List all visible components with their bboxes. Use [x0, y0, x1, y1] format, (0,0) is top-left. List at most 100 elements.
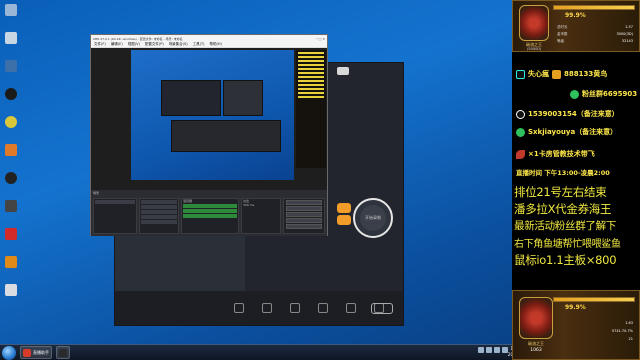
recorder-logo-icon	[337, 67, 349, 75]
obs-titlebar: OBS 27.0.1 (64-bit, windows) - 配置文件: 未命名…	[91, 35, 327, 42]
stat-label: 等级	[557, 39, 564, 43]
source-item[interactable]	[141, 220, 177, 224]
tray-icon[interactable]	[478, 347, 484, 353]
source-item[interactable]	[141, 215, 177, 219]
volume-meter[interactable]	[183, 214, 237, 218]
desktop-icon-computer[interactable]	[2, 4, 20, 30]
obs-preview[interactable]	[91, 48, 327, 190]
stat-value: 21	[628, 337, 633, 341]
record-button[interactable]: 开始录制	[353, 198, 393, 238]
virtual-camera-button[interactable]	[286, 212, 322, 217]
volume-meter[interactable]	[183, 204, 237, 208]
overlay-line: 粉丝群6695903	[570, 88, 638, 100]
tool-icon[interactable]	[234, 303, 244, 313]
overlay-line: 1539003154（备注来意）	[516, 108, 638, 120]
desktop-icon-recycle-bin[interactable]	[2, 32, 20, 58]
desktop-icon-folder[interactable]	[2, 284, 20, 310]
tool-icon[interactable]	[290, 303, 300, 313]
volume-meter[interactable]	[183, 209, 237, 213]
desktop-icon-qq[interactable]	[2, 172, 20, 198]
rank-id: (50000)	[527, 47, 541, 51]
source-item[interactable]	[141, 210, 177, 214]
tray-icon[interactable]	[486, 347, 492, 353]
start-button[interactable]	[2, 345, 16, 360]
stat-value: 32143	[621, 39, 633, 43]
desktop-icon-app[interactable]	[2, 88, 20, 114]
nested-overlay	[296, 50, 326, 168]
sources-dock	[139, 198, 179, 234]
nested-window	[161, 80, 221, 116]
scenes-dock	[93, 198, 137, 234]
overlay-line: 失心瘋 888133黄鸟	[516, 68, 638, 80]
tool-icon[interactable]	[318, 303, 328, 313]
duration-value[interactable]: 300 ms	[242, 203, 280, 207]
menu-scene-collection[interactable]: 场景集合(S)	[169, 42, 188, 47]
obs-window: OBS 27.0.1 (64-bit, windows) - 配置文件: 未命名…	[90, 34, 328, 236]
desktop-icon-app[interactable]	[2, 200, 20, 226]
taskbar-app[interactable]	[56, 346, 70, 359]
rocket-icon	[516, 149, 525, 159]
taskbar-app[interactable]: 直播助手	[20, 346, 52, 359]
window-title: OBS 27.0.1 (64-bit, windows) - 配置文件: 未命名…	[93, 36, 183, 41]
source-item[interactable]	[141, 200, 177, 204]
start-streaming-button[interactable]	[286, 200, 322, 205]
app-icon	[23, 348, 31, 357]
rank-progress-fill	[554, 298, 634, 301]
desktop-icon-app[interactable]	[2, 60, 20, 86]
minimize-icon[interactable]: ─	[316, 37, 318, 41]
mixer-dock: 混音器	[181, 198, 239, 234]
menu-profile[interactable]: 配置文件(P)	[145, 42, 164, 47]
live-time-text: 直播时间 下午13:00-凌晨2:00	[516, 169, 610, 177]
promo-line: 右下角鱼塘帮忙喂喂鲨鱼	[514, 239, 621, 250]
rank-percent: 99.9%	[565, 12, 586, 19]
menu-tools[interactable]: 工具(T)	[193, 42, 205, 47]
orange-toggle-button[interactable]	[337, 203, 351, 213]
tray-icon[interactable]	[494, 347, 500, 353]
stat-label: 总时长	[557, 25, 568, 29]
tiktok-icon	[516, 69, 525, 79]
stat-label: 金币数	[557, 32, 568, 36]
start-recording-button[interactable]	[286, 206, 322, 211]
menu-help[interactable]: 帮助(H)	[210, 42, 222, 47]
menu-file[interactable]: 文件(F)	[94, 42, 106, 47]
stat-value: 3000(3D)	[616, 32, 633, 36]
tool-icon[interactable]	[346, 303, 356, 313]
rank-progress	[553, 297, 635, 302]
close-icon[interactable]: ✕	[322, 37, 325, 41]
live-time: 直播时间 下午13:00-凌晨2:00	[516, 166, 638, 178]
studio-mode-button[interactable]	[286, 218, 322, 223]
promo-line: 最新活动粉丝群了解下	[514, 220, 616, 232]
start-live-button[interactable]	[371, 303, 393, 314]
overlay-line-text: 1539003154（备注来意）	[528, 110, 619, 118]
rank-progress-fill	[554, 6, 634, 9]
user-icon	[552, 69, 561, 79]
stat-value: 1.63	[625, 321, 633, 325]
rank-name: 碳流之王	[528, 341, 544, 346]
rank-card-bottom: 碳流之王 1063 99.9% 1.63 5741.70.7% 21	[512, 290, 640, 360]
scenes-dock-title: 场景	[93, 191, 100, 195]
tool-icon[interactable]	[262, 303, 272, 313]
scene-item[interactable]	[95, 200, 135, 204]
desktop-icon-app[interactable]	[2, 116, 20, 142]
desktop-icon-app[interactable]	[2, 228, 20, 254]
promo-line: 潘多拉X代金券海王	[514, 202, 612, 216]
system-tray	[478, 347, 508, 353]
settings-button[interactable]	[286, 224, 322, 229]
nested-window	[171, 120, 281, 152]
menu-edit[interactable]: 编辑(E)	[111, 42, 123, 47]
rank-progress	[553, 5, 635, 10]
transitions-dock: 淡出 300 ms	[241, 198, 281, 234]
overlay-line-text: ×1卡房管教技术带飞	[528, 150, 595, 158]
rank-emblem-icon	[519, 297, 553, 339]
wechat-icon	[516, 127, 525, 137]
desktop-icon-app[interactable]	[2, 144, 20, 170]
orange-toggle-button[interactable]	[337, 215, 351, 225]
recorder-toolbar	[115, 291, 403, 325]
window-controls: ─ □ ✕	[316, 37, 325, 41]
desktop-icon-app[interactable]	[2, 256, 20, 282]
record-button-label: 开始录制	[360, 205, 386, 231]
menu-view[interactable]: 视图(V)	[128, 42, 140, 47]
source-item[interactable]	[141, 205, 177, 209]
controls-dock	[283, 198, 325, 234]
mixer-title: 混音器	[183, 199, 193, 203]
